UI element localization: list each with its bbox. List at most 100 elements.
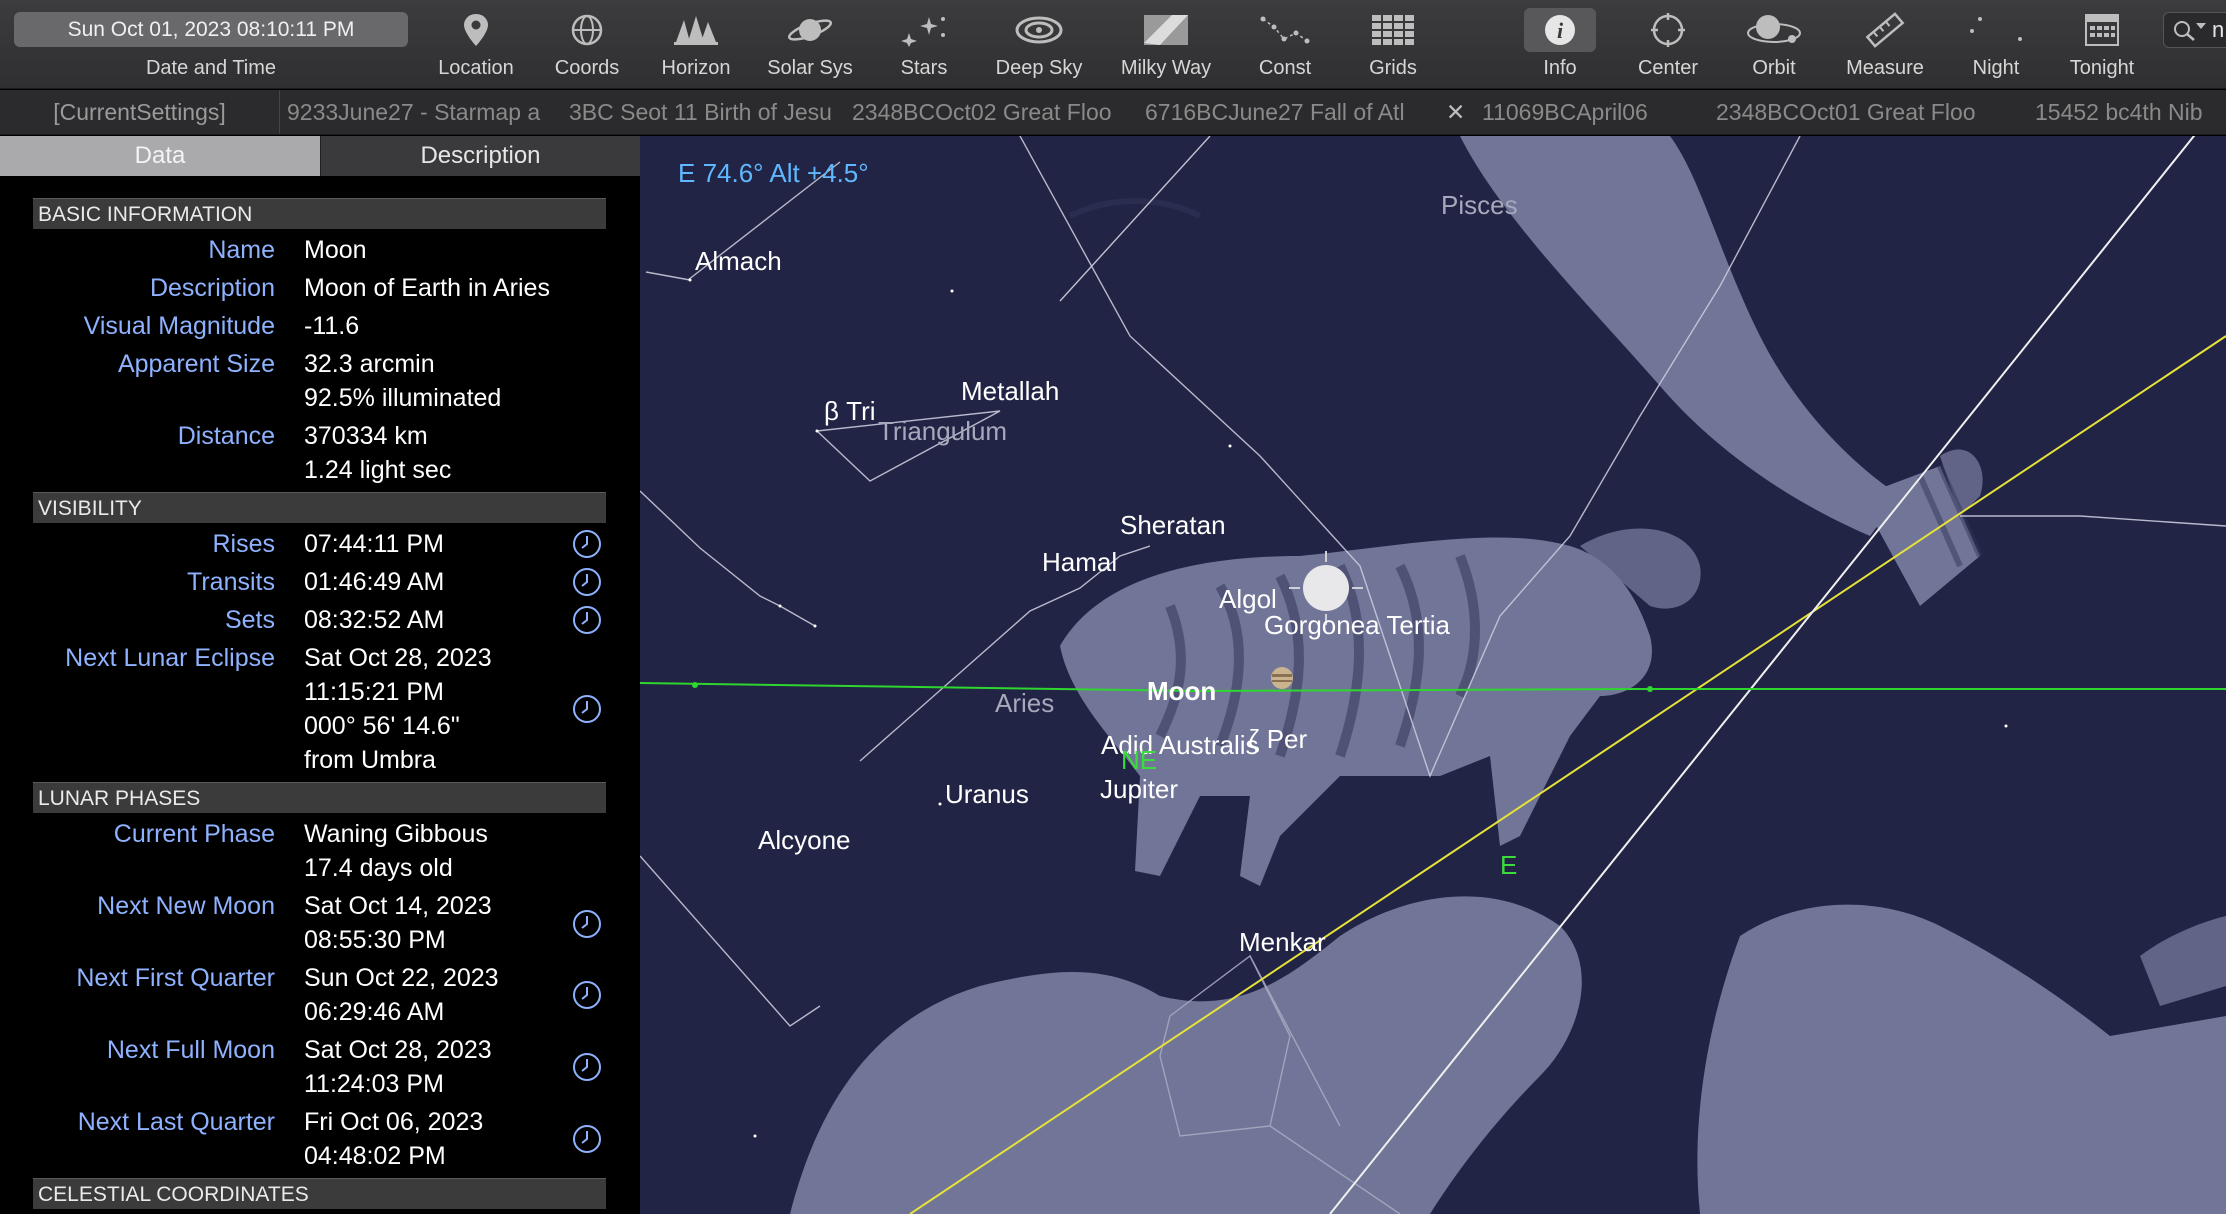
ruler-icon bbox=[1865, 12, 1905, 48]
section-header-basic[interactable]: BASIC INFORMATION bbox=[33, 198, 606, 229]
clock-icon[interactable] bbox=[571, 979, 603, 1011]
measure-button[interactable]: Measure bbox=[1829, 0, 1941, 89]
search-icon bbox=[2174, 21, 2195, 41]
history-item[interactable]: 9233June27 - Starmap a bbox=[287, 90, 569, 134]
label-metallah[interactable]: Metallah bbox=[961, 376, 1059, 407]
history-item[interactable]: 2348BCOct02 Great Floo bbox=[852, 90, 1145, 134]
label-beta-tri[interactable]: β Tri bbox=[824, 396, 876, 427]
history-close-icon[interactable]: ✕ bbox=[1446, 90, 1472, 134]
value-new-moon-time: 08:55:30 PM bbox=[304, 926, 446, 954]
deep-sky-button[interactable]: Deep Sky bbox=[983, 0, 1095, 89]
label-alcyone[interactable]: Alcyone bbox=[758, 825, 851, 856]
coords-globe-icon bbox=[571, 14, 603, 46]
value-eclipse-date: Sat Oct 28, 2023 bbox=[304, 644, 492, 672]
datetime-caption: Date and Time bbox=[145, 57, 277, 79]
value-current-phase: Waning Gibbous bbox=[304, 820, 488, 848]
panel-tabs: Data Description bbox=[0, 136, 640, 176]
galaxy-icon bbox=[1015, 16, 1063, 44]
history-item[interactable]: 2348BCOct01 Great Floo bbox=[1716, 90, 2004, 134]
constellation-triangulum[interactable]: Triangulum bbox=[878, 416, 1007, 447]
info-icon: i bbox=[1545, 15, 1575, 45]
tonight-button[interactable]: Tonight bbox=[2046, 0, 2158, 89]
label-sheratan[interactable]: Sheratan bbox=[1120, 510, 1226, 541]
value-distance-light-sec: 1.24 light sec bbox=[304, 456, 452, 484]
label-menkar[interactable]: Menkar bbox=[1239, 927, 1326, 958]
value-illumination: 92.5% illuminated bbox=[304, 384, 502, 412]
clock-icon[interactable] bbox=[571, 528, 603, 560]
stars-button[interactable]: Stars bbox=[868, 0, 980, 89]
label-distance: Distance bbox=[177, 422, 275, 450]
location-button[interactable]: Location bbox=[420, 0, 532, 89]
clock-icon[interactable] bbox=[571, 1051, 603, 1083]
label-next-new-moon: Next New Moon bbox=[97, 892, 275, 920]
value-eclipse-separation: 000° 56' 14.6" bbox=[304, 712, 460, 740]
label-next-lunar-eclipse: Next Lunar Eclipse bbox=[65, 644, 275, 672]
solar-sys-button[interactable]: Solar Sys bbox=[754, 0, 866, 89]
label-moon[interactable]: Moon bbox=[1147, 676, 1216, 707]
history-item[interactable]: 3BC Seot 11 Birth of Jesu bbox=[569, 90, 852, 134]
label-apparent-size: Apparent Size bbox=[117, 350, 275, 378]
history-item[interactable]: 6716BCJune27 Fall of Atl bbox=[1145, 90, 1433, 134]
label-visual-magnitude: Visual Magnitude bbox=[83, 312, 275, 340]
milky-way-button[interactable]: Milky Way bbox=[1110, 0, 1222, 89]
history-item[interactable]: 15452 bc4th Nib bbox=[2035, 90, 2226, 134]
tab-data[interactable]: Data bbox=[0, 136, 320, 176]
history-current-settings[interactable]: [CurrentSettings] bbox=[0, 90, 280, 134]
clock-icon[interactable] bbox=[571, 604, 603, 636]
section-header-lunar-phases[interactable]: LUNAR PHASES bbox=[33, 782, 606, 813]
toolbar: Sun Oct 01, 2023 08:10:11 PM Date and Ti… bbox=[0, 0, 2226, 89]
constellation-art bbox=[790, 136, 2226, 1214]
jupiter-marker[interactable] bbox=[1271, 667, 1293, 689]
search-field[interactable]: n bbox=[2163, 12, 2226, 48]
horizon-e-marker bbox=[1647, 686, 1653, 692]
history-item-selected[interactable]: 11069BCApril06 bbox=[1482, 90, 1712, 134]
calendar-icon bbox=[2085, 14, 2119, 46]
value-eclipse-time: 11:15:21 PM bbox=[304, 678, 444, 706]
label-uranus[interactable]: Uranus bbox=[945, 779, 1029, 810]
clock-icon[interactable] bbox=[571, 1123, 603, 1155]
section-header-celestial-coordinates[interactable]: CELESTIAL COORDINATES bbox=[33, 1178, 606, 1209]
planet-icon bbox=[787, 19, 833, 41]
value-last-quarter-date: Fri Oct 06, 2023 bbox=[304, 1108, 484, 1136]
value-full-moon-time: 11:24:03 PM bbox=[304, 1070, 444, 1098]
horizon-button[interactable]: Horizon bbox=[640, 0, 752, 89]
tonight-label: Tonight bbox=[2069, 57, 2135, 79]
clock-icon[interactable] bbox=[571, 908, 603, 940]
clock-icon[interactable] bbox=[571, 693, 603, 725]
label-hamal[interactable]: Hamal bbox=[1042, 547, 1117, 578]
value-sets: 08:32:52 AM bbox=[304, 606, 445, 634]
stars-icon bbox=[901, 17, 945, 47]
value-new-moon-date: Sat Oct 14, 2023 bbox=[304, 892, 492, 920]
tab-description[interactable]: Description bbox=[320, 136, 640, 176]
constellation-pisces[interactable]: Pisces bbox=[1441, 190, 1518, 221]
grids-button[interactable]: Grids bbox=[1337, 0, 1449, 89]
label-name: Name bbox=[208, 236, 275, 264]
history-bar: [CurrentSettings] 9233June27 - Starmap a… bbox=[0, 90, 2226, 135]
label-gorgonea-tertia[interactable]: Gorgonea Tertia bbox=[1264, 610, 1450, 641]
location-pin-icon bbox=[464, 14, 488, 46]
horizon-direction-ne: NE bbox=[1121, 745, 1158, 775]
coordinate-readout: E 74.6° Alt +4.5° bbox=[678, 158, 869, 188]
info-panel: Data Description BASIC INFORMATION Name … bbox=[0, 136, 640, 1214]
solar-sys-label: Solar Sys bbox=[767, 57, 853, 79]
const-button[interactable]: Const bbox=[1229, 0, 1341, 89]
orbit-button[interactable]: Orbit bbox=[1718, 0, 1830, 89]
label-next-full-moon: Next Full Moon bbox=[106, 1036, 275, 1064]
label-zeta-per[interactable]: ζ Per bbox=[1248, 724, 1307, 755]
section-header-visibility[interactable]: VISIBILITY bbox=[33, 492, 606, 523]
value-transits: 01:46:49 AM bbox=[304, 568, 445, 596]
sky-canvas bbox=[640, 136, 2226, 1214]
coords-button[interactable]: Coords bbox=[531, 0, 643, 89]
value-full-moon-date: Sat Oct 28, 2023 bbox=[304, 1036, 492, 1064]
label-jupiter[interactable]: Jupiter bbox=[1100, 774, 1178, 805]
constellation-aries[interactable]: Aries bbox=[995, 688, 1054, 719]
constellation-icon bbox=[1260, 16, 1310, 44]
info-button[interactable]: i Info bbox=[1504, 0, 1616, 89]
clock-icon[interactable] bbox=[571, 566, 603, 598]
label-sets: Sets bbox=[224, 606, 275, 634]
datetime-field[interactable]: Sun Oct 01, 2023 08:10:11 PM bbox=[14, 12, 408, 47]
label-almach[interactable]: Almach bbox=[695, 246, 782, 277]
grid-icon bbox=[1372, 15, 1414, 45]
sky-view[interactable]: E 74.6° Alt +4.5° Almach β Tri Metallah … bbox=[640, 136, 2226, 1214]
value-distance-km: 370334 km bbox=[304, 422, 428, 450]
